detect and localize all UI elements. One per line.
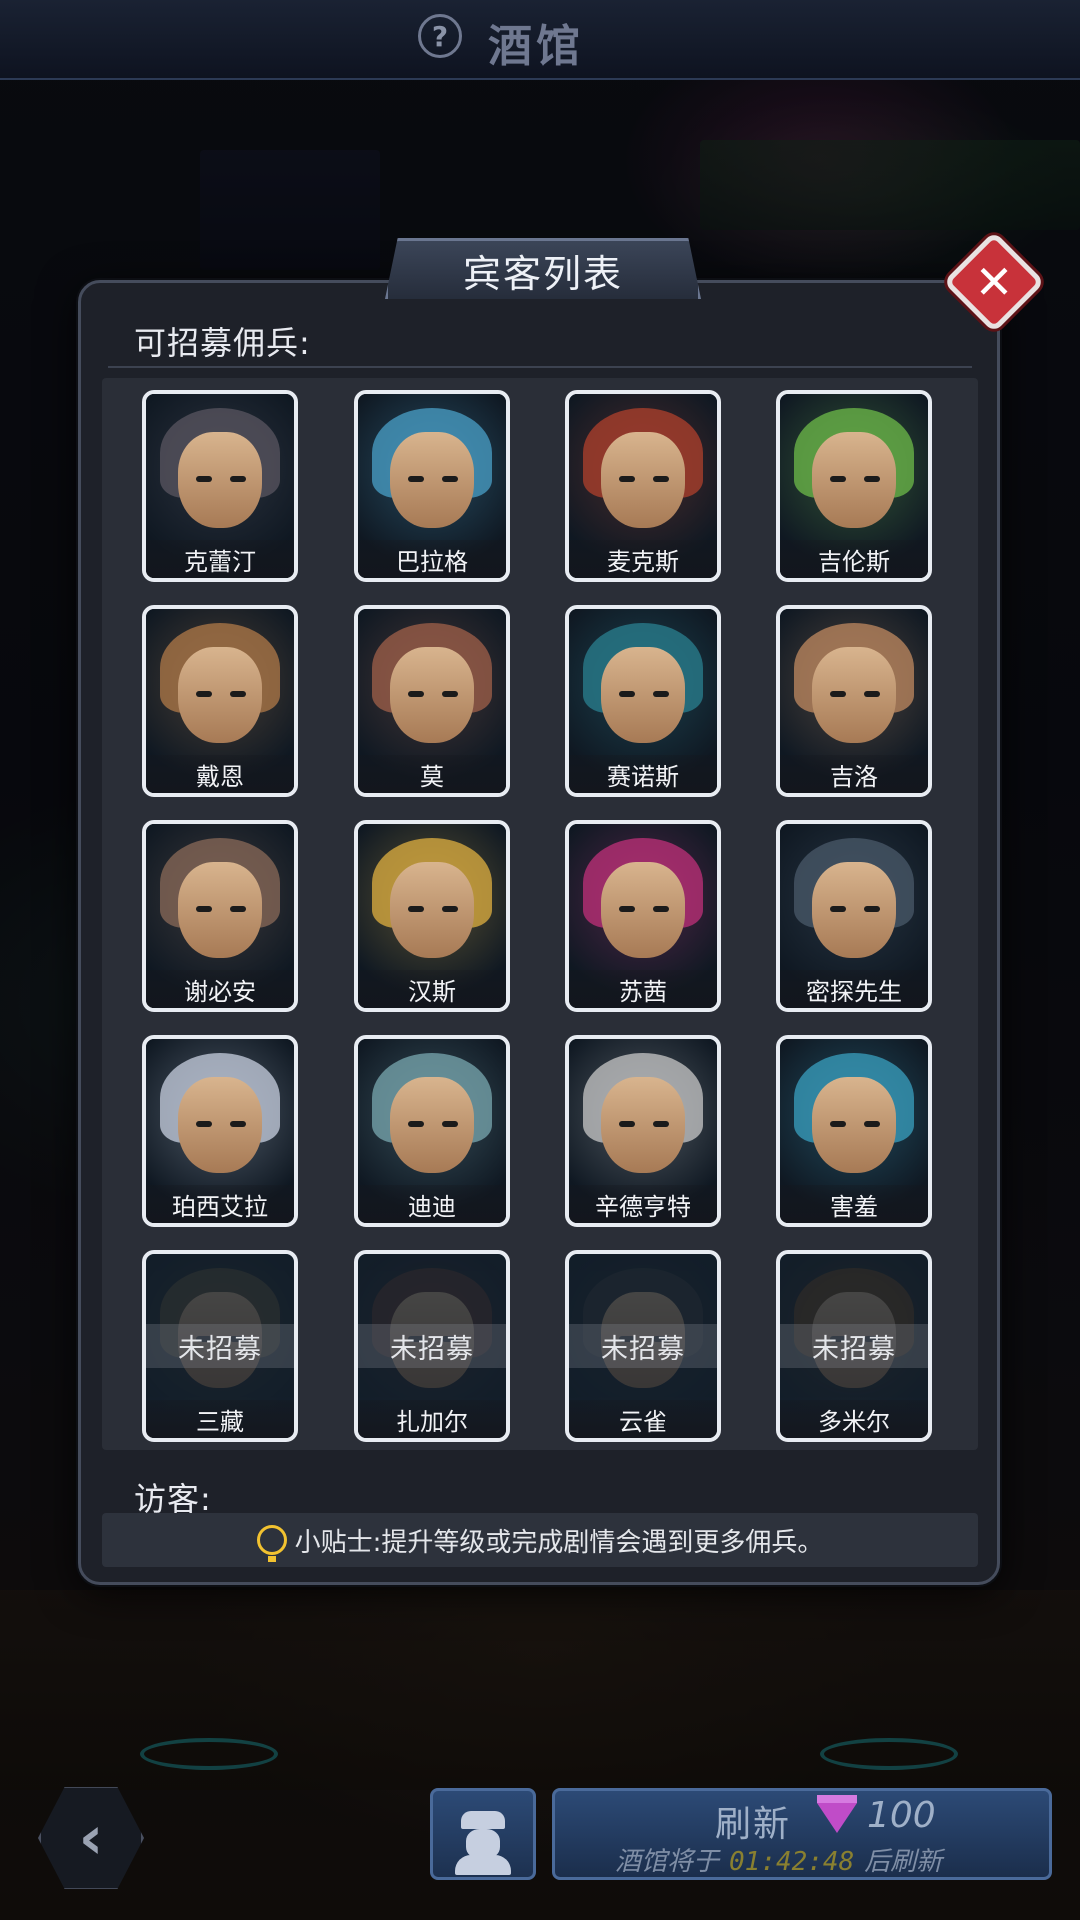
mercenary-name: 扎加尔 [358,1400,506,1438]
mercenary-name: 迪迪 [358,1185,506,1223]
not-recruited-label: 未招募 [358,1324,506,1368]
mercenary-name: 害羞 [780,1185,928,1223]
spy-button[interactable] [430,1788,536,1880]
mercenary-name: 汉斯 [358,970,506,1008]
top-bar: ? 酒馆 [0,0,1080,80]
mercenary-card[interactable]: 珀西艾拉 [142,1035,298,1227]
mercenary-grid: 克蕾汀 巴拉格 麦克斯 吉伦斯戴恩 莫 赛诺斯 吉洛谢必安 汉斯 苏茜 密探先生珀西艾拉 迪迪 辛德亨… [102,378,978,1450]
mercenary-name: 麦克斯 [569,540,717,578]
spy-icon-coat [455,1855,511,1875]
mercenary-card[interactable]: 赛诺斯 [565,605,721,797]
mercenary-name: 密探先生 [780,970,928,1008]
countdown-suffix: 后刷新 [864,1847,943,1877]
mercenary-card[interactable]: 苏茜 [565,820,721,1012]
dialog-title: 宾客列表 [385,238,701,299]
mercenary-card[interactable]: 谢必安 [142,820,298,1012]
mercenary-name: 吉洛 [780,755,928,793]
mercenary-name: 苏茜 [569,970,717,1008]
mercenary-card[interactable]: 未招募 云雀 [565,1250,721,1442]
help-icon[interactable]: ? [418,14,462,58]
mercenary-card[interactable]: 汉斯 [354,820,510,1012]
tip-text: 小贴士:提升等级或完成剧情会遇到更多佣兵。 [294,1527,824,1558]
mercenary-name: 三藏 [146,1400,294,1438]
tip-bar: 小贴士:提升等级或完成剧情会遇到更多佣兵。 [102,1513,978,1567]
mercenary-name: 克蕾汀 [146,540,294,578]
mercenary-name: 莫 [358,755,506,793]
refresh-label: 刷新 [715,1804,792,1845]
divider [108,366,972,368]
mercenary-card[interactable]: 害羞 [776,1035,932,1227]
page-title: 酒馆 [488,21,584,72]
close-icon: ✕ [974,255,1014,309]
mercenary-card[interactable]: 密探先生 [776,820,932,1012]
refresh-button[interactable]: 刷新 100 酒馆将于 01:42:48 后刷新 [552,1788,1052,1880]
mercenary-card[interactable]: 未招募 多米尔 [776,1250,932,1442]
recruitable-label: 可招募佣兵: [134,324,311,362]
mercenary-card[interactable]: 莫 [354,605,510,797]
mercenary-card[interactable]: 迪迪 [354,1035,510,1227]
mercenary-name: 珀西艾拉 [146,1185,294,1223]
mercenary-name: 巴拉格 [358,540,506,578]
mercenary-card[interactable]: 吉洛 [776,605,932,797]
mercenary-name: 云雀 [569,1400,717,1438]
mercenary-card[interactable]: 克蕾汀 [142,390,298,582]
spy-icon [461,1811,505,1829]
mercenary-name: 戴恩 [146,755,294,793]
not-recruited-label: 未招募 [569,1324,717,1368]
gem-icon [817,1795,857,1833]
mercenary-card[interactable]: 吉伦斯 [776,390,932,582]
refresh-countdown: 酒馆将于 01:42:48 后刷新 [615,1841,942,1878]
refresh-cost: 100 [867,1795,936,1836]
countdown-prefix: 酒馆将于 [615,1847,720,1877]
mercenary-card[interactable]: 未招募 三藏 [142,1250,298,1442]
not-recruited-label: 未招募 [146,1324,294,1368]
mercenary-card[interactable]: 辛德亨特 [565,1035,721,1227]
mercenary-card[interactable]: 巴拉格 [354,390,510,582]
mercenary-name: 谢必安 [146,970,294,1008]
mercenary-name: 辛德亨特 [569,1185,717,1223]
mercenary-card[interactable]: 未招募 扎加尔 [354,1250,510,1442]
mercenary-card[interactable]: 戴恩 [142,605,298,797]
countdown-time: 01:42:48 [729,1847,855,1877]
bulb-icon [256,1525,287,1562]
mercenary-name: 吉伦斯 [780,540,928,578]
not-recruited-label: 未招募 [780,1324,928,1368]
back-arrow-icon: ‹ [78,1803,104,1873]
mercenary-name: 赛诺斯 [569,755,717,793]
mercenary-card[interactable]: 麦克斯 [565,390,721,582]
mercenary-name: 多米尔 [780,1400,928,1438]
